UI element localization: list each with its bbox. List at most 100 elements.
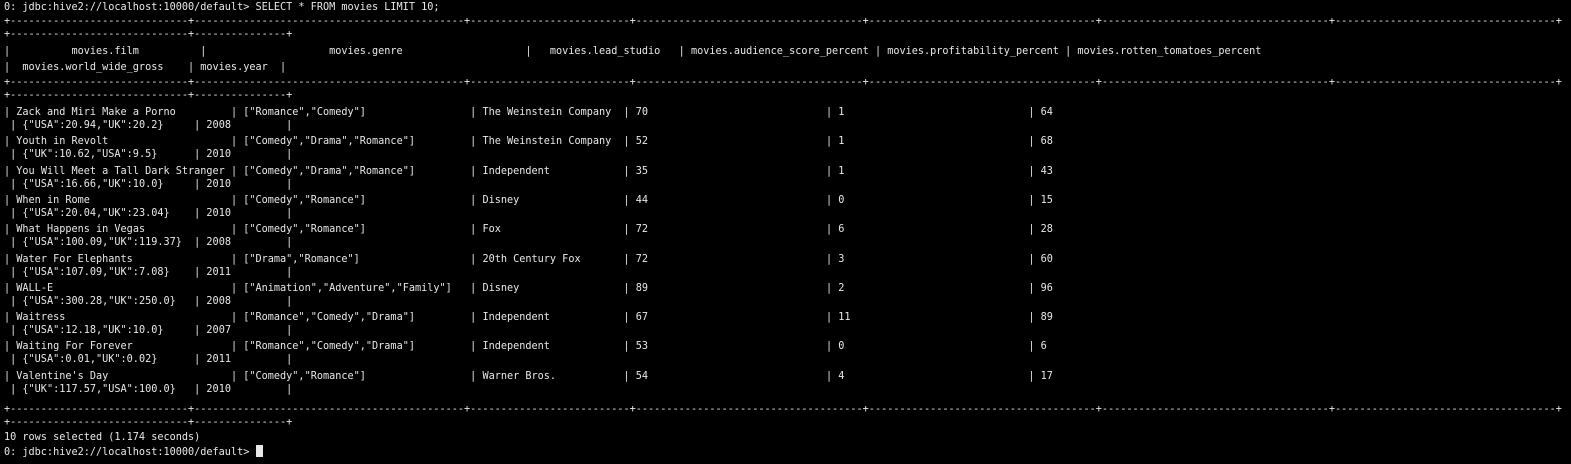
cell-year: 2011 xyxy=(206,354,287,365)
cell-separator: | xyxy=(617,371,636,382)
table-row: | Valentine's Day | ["Comedy","Romance"]… xyxy=(4,370,1053,384)
cell-profitability-percent: 0 xyxy=(838,341,1023,352)
cell-separator: | xyxy=(286,384,293,395)
summary-line: 10 rows selected (1.174 seconds) xyxy=(4,432,201,443)
table-row: | You Will Meet a Tall Dark Stranger | [… xyxy=(4,165,1053,179)
prompt-line[interactable]: 0: jdbc:hive2://localhost:10000/default> xyxy=(4,445,264,459)
cell-separator: | xyxy=(188,179,207,190)
cell-audience-score-percent: 70 xyxy=(635,107,820,118)
table-header-line-2: | movies.world_wide_gross | movies.year … xyxy=(4,62,287,73)
cell-separator: | xyxy=(4,283,17,294)
cell-separator: | xyxy=(4,267,23,278)
cell-separator: | xyxy=(1022,136,1041,147)
cell-world-wide-gross: {"USA":16.66,"UK":10.0} xyxy=(22,179,189,190)
table-border-mid-a: +-----------------------------+---------… xyxy=(4,77,1562,88)
cell-separator: | xyxy=(286,208,293,219)
table-row-continuation: | {"USA":16.66,"UK":10.0} | 2010 | xyxy=(4,178,292,192)
cell-profitability-percent: 1 xyxy=(838,136,1023,147)
cell-separator: | xyxy=(617,136,636,147)
cell-separator: | xyxy=(224,166,244,177)
terminal-window[interactable]: 0: jdbc:hive2://localhost:10000/default>… xyxy=(4,0,1569,464)
cell-genre: ["Animation","Adventure","Family"] xyxy=(243,283,465,294)
cell-genre: ["Romance","Comedy"] xyxy=(243,107,465,118)
table-border-top-a: +-----------------------------+---------… xyxy=(4,16,1562,27)
table-row: | WALL-E | ["Animation","Adventure","Fam… xyxy=(4,282,1053,296)
cell-separator: | xyxy=(4,341,17,352)
cell-separator: | xyxy=(819,254,839,265)
cell-genre: ["Romance","Comedy","Drama"] xyxy=(243,341,465,352)
table-row-continuation: | {"UK":117.57,"USA":100.0} | 2010 | xyxy=(4,383,292,397)
cell-audience-score-percent: 53 xyxy=(635,341,820,352)
cell-rotten-tomatoes-percent: 68 xyxy=(1040,136,1053,147)
cell-separator: | xyxy=(4,195,17,206)
cell-separator: | xyxy=(188,237,207,248)
table-row-continuation: | {"USA":0.01,"UK":0.02} | 2011 | xyxy=(4,353,292,367)
cell-separator: | xyxy=(4,179,23,190)
cell-separator: | xyxy=(1022,195,1041,206)
cell-audience-score-percent: 72 xyxy=(635,224,820,235)
cell-separator: | xyxy=(286,267,293,278)
cell-separator: | xyxy=(617,341,636,352)
cell-separator: | xyxy=(286,325,293,336)
cell-film: Youth in Revolt xyxy=(16,136,225,147)
cell-rotten-tomatoes-percent: 96 xyxy=(1040,283,1053,294)
cell-separator: | xyxy=(819,166,839,177)
table-row-continuation: | {"UK":10.62,"USA":9.5} | 2010 | xyxy=(4,148,292,162)
cell-profitability-percent: 1 xyxy=(838,107,1023,118)
cell-separator: | xyxy=(224,254,244,265)
cell-separator: | xyxy=(617,312,636,323)
cell-separator: | xyxy=(224,312,244,323)
cell-lead-studio: The Weinstein Company xyxy=(482,136,618,147)
cell-lead-studio: Fox xyxy=(482,224,618,235)
table-row: | Water For Elephants | ["Drama","Romanc… xyxy=(4,253,1053,267)
cell-separator: | xyxy=(188,296,207,307)
prompt: 0: jdbc:hive2://localhost:10000/default> xyxy=(4,2,250,13)
cell-year: 2010 xyxy=(206,179,287,190)
cell-separator: | xyxy=(464,107,483,118)
cell-separator: | xyxy=(4,384,23,395)
cell-world-wide-gross: {"USA":100.09,"UK":119.37} xyxy=(22,237,189,248)
cell-profitability-percent: 4 xyxy=(838,371,1023,382)
cell-separator: | xyxy=(4,254,17,265)
table-row: | Waiting For Forever | ["Romance","Come… xyxy=(4,340,1047,354)
cell-world-wide-gross: {"USA":0.01,"UK":0.02} xyxy=(22,354,189,365)
cell-rotten-tomatoes-percent: 64 xyxy=(1040,107,1053,118)
table-row-continuation: | {"USA":100.09,"UK":119.37} | 2008 | xyxy=(4,236,292,250)
cell-separator: | xyxy=(617,254,636,265)
cell-separator: | xyxy=(4,136,17,147)
cell-audience-score-percent: 54 xyxy=(635,371,820,382)
cell-separator: | xyxy=(4,120,23,131)
cell-year: 2010 xyxy=(206,208,287,219)
cell-separator: | xyxy=(188,120,207,131)
cell-separator: | xyxy=(1022,283,1041,294)
cell-separator: | xyxy=(188,208,207,219)
cell-separator: | xyxy=(819,312,839,323)
cell-world-wide-gross: {"USA":300.28,"UK":250.0} xyxy=(22,296,189,307)
cell-rotten-tomatoes-percent: 28 xyxy=(1040,224,1053,235)
table-row: | Waitress | ["Romance","Comedy","Drama"… xyxy=(4,311,1053,325)
cell-film: Waitress xyxy=(16,312,225,323)
table-border-bottom-b: +-----------------------------+---------… xyxy=(4,417,293,428)
command-line: 0: jdbc:hive2://localhost:10000/default>… xyxy=(4,1,440,15)
cell-world-wide-gross: {"UK":117.57,"USA":100.0} xyxy=(22,384,189,395)
cell-genre: ["Comedy","Romance"] xyxy=(243,224,465,235)
cell-separator: | xyxy=(464,312,483,323)
cell-world-wide-gross: {"USA":12.18,"UK":10.0} xyxy=(22,325,189,336)
cell-separator: | xyxy=(286,120,293,131)
cell-profitability-percent: 3 xyxy=(838,254,1023,265)
table-row: | Youth in Revolt | ["Comedy","Drama","R… xyxy=(4,135,1053,149)
cell-world-wide-gross: {"USA":20.94,"UK":20.2} xyxy=(22,120,189,131)
cell-lead-studio: Independent xyxy=(482,341,618,352)
cell-separator: | xyxy=(4,354,23,365)
cell-year: 2010 xyxy=(206,384,287,395)
cell-lead-studio: Disney xyxy=(482,283,618,294)
cell-film: Valentine's Day xyxy=(16,371,225,382)
cell-audience-score-percent: 67 xyxy=(635,312,820,323)
cell-separator: | xyxy=(4,224,17,235)
cell-separator: | xyxy=(464,283,483,294)
cell-separator: | xyxy=(1022,312,1041,323)
command-text: SELECT * FROM movies LIMIT 10; xyxy=(255,2,440,13)
cell-lead-studio: Independent xyxy=(482,312,618,323)
cell-rotten-tomatoes-percent: 17 xyxy=(1040,371,1053,382)
table-row-continuation: | {"USA":300.28,"UK":250.0} | 2008 | xyxy=(4,295,292,309)
